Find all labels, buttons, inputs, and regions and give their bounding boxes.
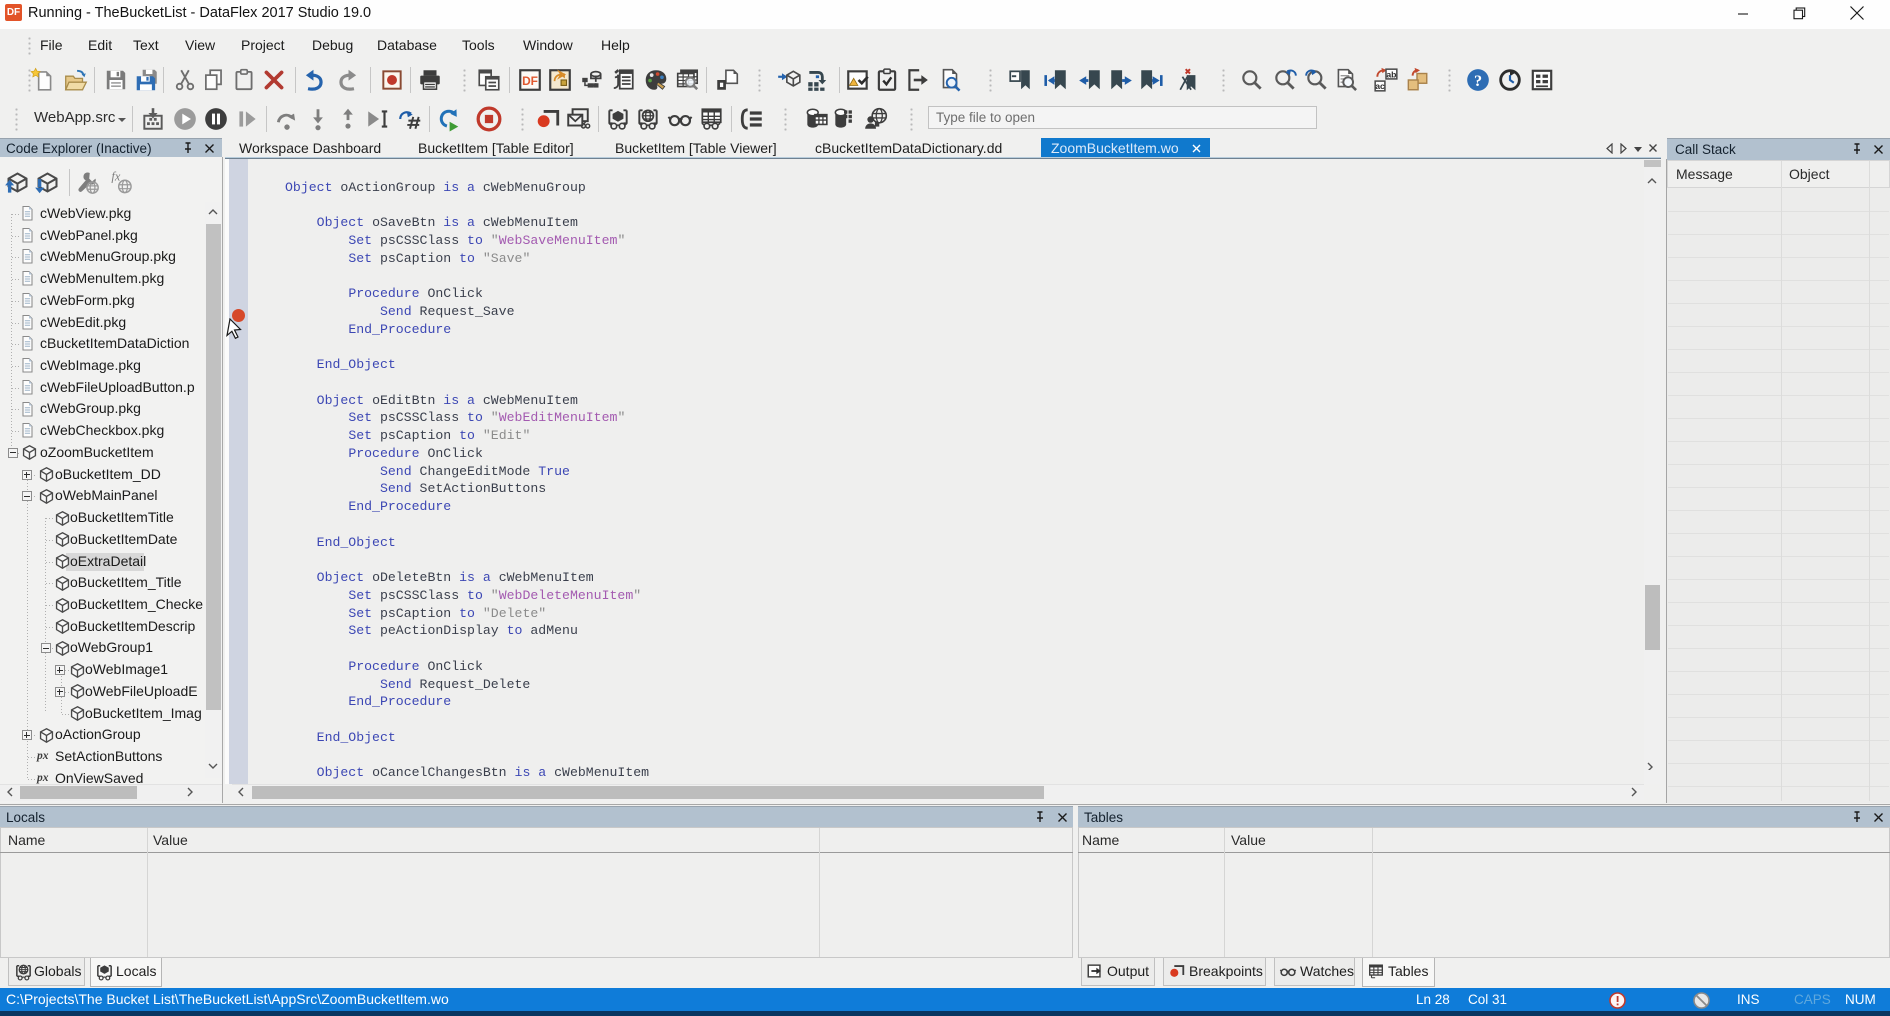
svg-text:?: ? <box>1474 72 1482 90</box>
svg-text:fx: fx <box>111 169 120 183</box>
svg-text:ac: ac <box>1375 81 1385 91</box>
svg-text:ab: ab <box>1386 69 1396 79</box>
svg-text:DF: DF <box>522 74 538 88</box>
